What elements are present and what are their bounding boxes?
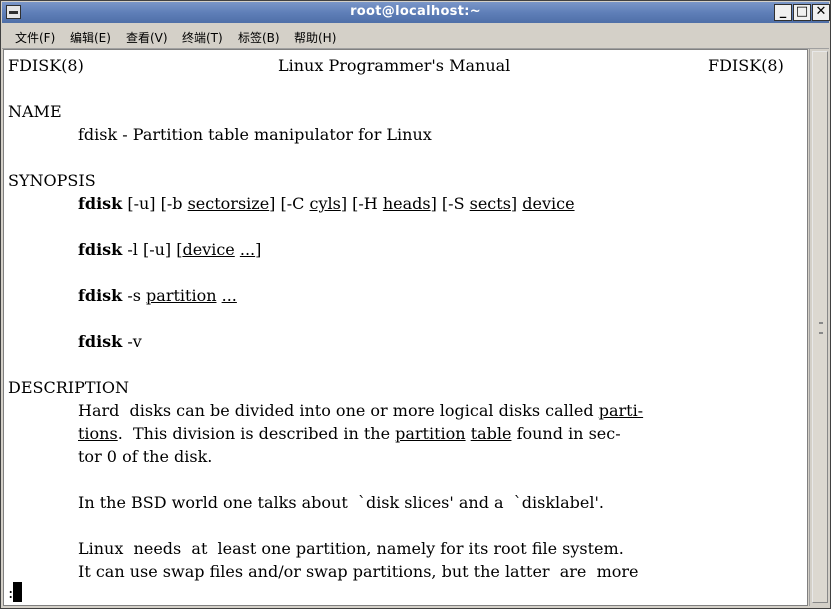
name-text: fdisk - Partition table manipulator for … — [78, 125, 432, 144]
synopsis-arg: ... — [239, 240, 256, 259]
description-emphasis: parti- — [598, 401, 644, 420]
section-heading-synopsis: SYNOPSIS — [8, 171, 96, 190]
synopsis-arg: heads — [382, 194, 431, 213]
description-line-5: Linux needs at least one partition, name… — [78, 539, 624, 558]
synopsis-line-4: fdisk -v — [78, 330, 142, 353]
synopsis-arg: sectorsize — [187, 194, 270, 213]
title-bar[interactable]: root@localhost:~ _ □ ✕ — [2, 2, 830, 23]
synopsis-line-1: fdisk [-u] [-b sectorsize] [-C cyls] [-H… — [78, 192, 575, 215]
menu-file[interactable]: 文件(F) — [15, 29, 55, 46]
synopsis-command: fdisk — [78, 194, 123, 213]
scrollbar-thumb[interactable] — [812, 51, 828, 603]
menu-bar: 文件(F) 编辑(E) 查看(V) 终端(T) 标签(B) 帮助(H) — [2, 24, 829, 49]
synopsis-text: -v — [122, 332, 142, 351]
vertical-scrollbar[interactable] — [809, 49, 830, 606]
synopsis-text: [-u] [-b — [122, 194, 188, 213]
synopsis-line-2: fdisk -l [-u] [device ...] — [78, 238, 261, 261]
description-emphasis: partition — [395, 424, 466, 443]
window-title: root@localhost:~ — [350, 4, 481, 19]
synopsis-command: fdisk — [78, 332, 123, 351]
description-line-1: Hard disks can be divided into one or mo… — [78, 399, 643, 422]
man-header-center: Linux Programmer's Manual — [278, 56, 511, 75]
description-line-2: tions. This division is described in the… — [78, 422, 621, 445]
section-heading-description: DESCRIPTION — [8, 378, 129, 397]
menu-tabs[interactable]: 标签(B) — [238, 29, 280, 46]
description-text: . This division is described in the — [117, 424, 396, 443]
description-emphasis: table — [470, 424, 512, 443]
terminal-output[interactable]: FDISK(8) Linux Programmer's Manual FDISK… — [3, 49, 808, 606]
synopsis-text: ] [-H — [340, 194, 383, 213]
close-button[interactable]: ✕ — [812, 4, 830, 21]
grip-icon — [819, 322, 823, 334]
synopsis-arg: sects — [469, 194, 511, 213]
terminal-window: root@localhost:~ _ □ ✕ 文件(F) 编辑(E) 查看(V)… — [0, 0, 831, 609]
text-cursor — [13, 582, 23, 602]
synopsis-arg: cyls — [309, 194, 341, 213]
synopsis-text: ] — [510, 194, 523, 213]
section-heading-name: NAME — [8, 102, 62, 121]
synopsis-arg: partition — [146, 286, 217, 305]
menu-terminal[interactable]: 终端(T) — [182, 29, 223, 46]
description-text: found in sec- — [511, 424, 621, 443]
description-line-3: tor 0 of the disk. — [78, 447, 213, 466]
menu-view[interactable]: 查看(V) — [126, 29, 168, 46]
synopsis-text: ] — [255, 240, 262, 259]
synopsis-arg: ... — [221, 286, 237, 305]
minimize-button[interactable]: _ — [774, 4, 792, 21]
menu-edit[interactable]: 编辑(E) — [70, 29, 111, 46]
pager-prompt-line[interactable]: : — [8, 581, 23, 604]
synopsis-line-3: fdisk -s partition ... — [78, 284, 237, 307]
synopsis-text: ] [-S — [430, 194, 470, 213]
synopsis-text: -l [-u] [ — [122, 240, 183, 259]
synopsis-arg: device — [522, 194, 575, 213]
synopsis-text: -s — [122, 286, 147, 305]
man-header-left: FDISK(8) — [8, 56, 84, 75]
synopsis-command: fdisk — [78, 240, 123, 259]
description-text: Hard disks can be divided into one or mo… — [78, 401, 599, 420]
man-header-right: FDISK(8) — [708, 56, 784, 75]
synopsis-command: fdisk — [78, 286, 123, 305]
maximize-button[interactable]: □ — [793, 4, 811, 21]
description-line-4: In the BSD world one talks about `disk s… — [78, 493, 604, 512]
description-line-6: It can use swap files and/or swap partit… — [78, 562, 639, 581]
synopsis-arg: device — [182, 240, 235, 259]
description-emphasis: tions — [78, 424, 118, 443]
menu-help[interactable]: 帮助(H) — [294, 29, 336, 46]
synopsis-text: ] [-C — [269, 194, 310, 213]
